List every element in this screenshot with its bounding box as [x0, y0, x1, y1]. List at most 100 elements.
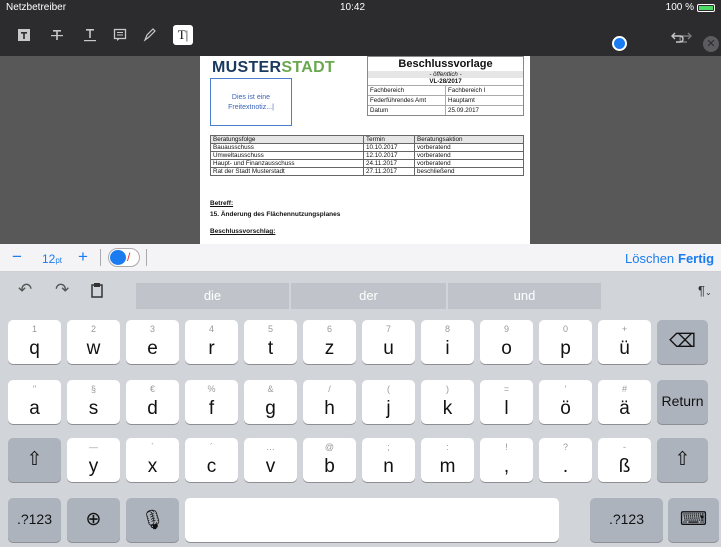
undo-icon[interactable]: ↶	[18, 280, 32, 300]
key-row3-4[interactable]: @ b	[303, 438, 356, 482]
key-row3-7[interactable]: !,	[480, 438, 533, 482]
key-row2-10[interactable]: # ä	[598, 380, 651, 424]
strikethrough-icon[interactable]	[47, 25, 67, 45]
note-line: Freitextnotiz...|	[228, 104, 274, 111]
suggestion-item[interactable]: und	[448, 283, 601, 309]
key-row3-3[interactable]: … v	[244, 438, 297, 482]
close-icon[interactable]: ✕	[703, 36, 719, 52]
globe-key[interactable]: ⊕	[67, 498, 120, 542]
key-row1-8[interactable]: 9o	[480, 320, 533, 364]
annotation-toolbar: T| ✕	[0, 14, 721, 56]
table-row: Haupt- und Finanzausschuss 24.11.2017 vorb…	[210, 159, 524, 168]
onscreen-keyboard: ↶ ↷ die der und ¶⌄ 1 q 2 w 3 e 4 r 5 t 6 z 7 u 8 i 9 o 0 p +…	[0, 272, 721, 547]
key-primary: t	[267, 338, 274, 359]
delete-button[interactable]: Löschen	[625, 251, 674, 266]
paste-icon[interactable]	[90, 282, 104, 303]
numbers-key-left[interactable]: .?123	[8, 498, 61, 542]
redo-icon[interactable]	[675, 27, 695, 47]
key-secondary: €	[149, 384, 155, 394]
key-row3-0[interactable]: — y	[67, 438, 120, 482]
key-row1-1[interactable]: 2w	[67, 320, 120, 364]
numbers-key-right[interactable]: .?123	[590, 498, 663, 542]
pen-icon[interactable]	[140, 25, 160, 45]
key-secondary: §	[90, 384, 96, 394]
subject-text: 15. Änderung des Flächennutzungsplanes	[210, 211, 341, 218]
key-row1-9[interactable]: 0p	[539, 320, 592, 364]
key-row1-0[interactable]: 1q	[8, 320, 61, 364]
hide-keyboard-key[interactable]: ⌨	[668, 498, 719, 542]
meta-row: Fachbereich Fachbereich I	[368, 85, 523, 95]
key-row2-7[interactable]: ) k	[421, 380, 474, 424]
done-button[interactable]: Fertig	[678, 251, 714, 266]
subject-label: Betreff:	[210, 200, 234, 207]
color-picker-button[interactable]	[612, 36, 627, 51]
key-row2-2[interactable]: € d	[126, 380, 179, 424]
note-icon[interactable]	[110, 25, 130, 45]
key-row2-1[interactable]: § s	[67, 380, 120, 424]
key-row2-8[interactable]: = l	[480, 380, 533, 424]
key-secondary: /	[328, 384, 331, 394]
increase-font-button[interactable]: +	[78, 247, 88, 267]
numbers-label: .?123	[608, 511, 645, 527]
backspace-key[interactable]: ⌫	[657, 320, 708, 364]
key-row1-3[interactable]: 4r	[185, 320, 238, 364]
no-fill-icon: /	[127, 250, 131, 264]
key-row1-5[interactable]: 6z	[303, 320, 356, 364]
text-color-button[interactable]: /	[108, 248, 140, 267]
document-viewport[interactable]: MUSTERSTADT Beschlussvorlage - öffentlic…	[0, 56, 721, 244]
divider	[100, 249, 101, 266]
key-primary: f	[208, 398, 215, 419]
shift-key-left[interactable]: ⇧	[8, 438, 61, 482]
battery-indicator: 100 %	[666, 2, 715, 13]
key-row1-10[interactable]: + ü	[598, 320, 651, 364]
key-row2-3[interactable]: % f	[185, 380, 238, 424]
key-row3-1[interactable]: ` x	[126, 438, 179, 482]
key-row3-2[interactable]: ´ c	[185, 438, 238, 482]
key-secondary: 8	[444, 324, 450, 334]
key-primary: r	[208, 338, 215, 359]
key-row3-6[interactable]: :m	[421, 438, 474, 482]
suggestion-item[interactable]: die	[136, 283, 289, 309]
key-row2-4[interactable]: & g	[244, 380, 297, 424]
key-secondary: 2	[90, 324, 96, 334]
shift-key-right[interactable]: ⇧	[657, 438, 708, 482]
space-key[interactable]	[185, 498, 559, 542]
key-secondary: —	[89, 442, 98, 452]
text-box-icon[interactable]	[14, 25, 34, 45]
document-number: VL-28/2017	[429, 78, 462, 85]
microphone-icon: 🎙	[140, 510, 165, 531]
key-secondary: 7	[385, 324, 391, 334]
key-row1-7[interactable]: 8i	[421, 320, 474, 364]
key-row2-6[interactable]: (j	[362, 380, 415, 424]
key-secondary: "	[32, 384, 37, 394]
key-row1-2[interactable]: 3e	[126, 320, 179, 364]
title-box: Beschlussvorlage - öffentlich - VL-28/20…	[367, 56, 524, 116]
key-row2-9[interactable]: ' ö	[539, 380, 592, 424]
dictation-key[interactable]: 🎙	[126, 498, 179, 542]
decrease-font-button[interactable]: −	[12, 247, 22, 267]
free-text-note[interactable]: Dies ist eine Freitextnotiz...|	[210, 78, 292, 126]
return-key[interactable]: Return	[657, 380, 708, 424]
visibility-label: - öffentlich -	[368, 71, 523, 78]
key-primary: z	[324, 338, 335, 359]
key-secondary: 1	[31, 324, 37, 334]
key-row2-5[interactable]: / h	[303, 380, 356, 424]
key-row2-0[interactable]: " a	[8, 380, 61, 424]
key-primary: ä	[619, 398, 630, 419]
key-secondary: %	[207, 384, 216, 394]
key-secondary: 5	[267, 324, 273, 334]
key-row1-6[interactable]: 7u	[362, 320, 415, 364]
key-secondary: ?	[562, 442, 568, 452]
paragraph-icon[interactable]: ¶⌄	[698, 283, 712, 298]
redo-icon[interactable]: ↷	[55, 280, 69, 300]
key-row3-8[interactable]: ?.	[539, 438, 592, 482]
key-row1-4[interactable]: 5t	[244, 320, 297, 364]
suggestion-item[interactable]: der	[291, 283, 446, 309]
key-secondary: '	[564, 384, 567, 394]
key-row3-9[interactable]: -ß	[598, 438, 651, 482]
key-secondary: 6	[326, 324, 332, 334]
key-secondary: )	[446, 384, 449, 394]
key-row3-5[interactable]: ; n	[362, 438, 415, 482]
text-cursor-icon[interactable]: T|	[173, 25, 193, 45]
underline-icon[interactable]	[80, 25, 100, 45]
